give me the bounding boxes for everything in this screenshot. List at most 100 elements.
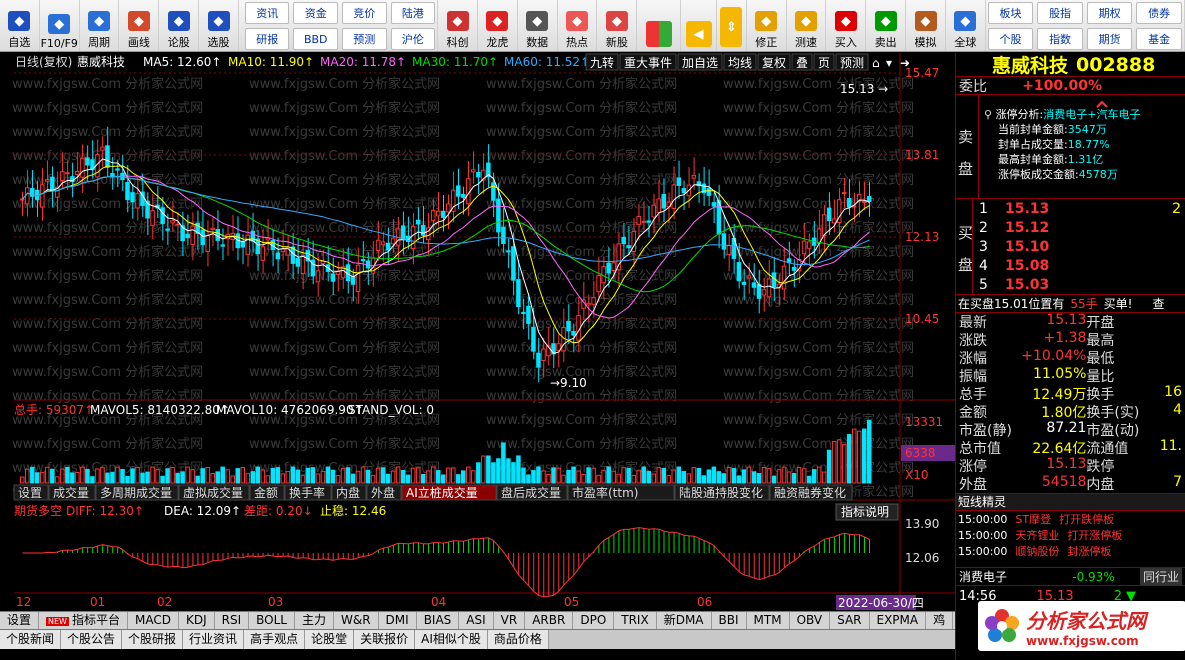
tb1-button-3[interactable]: ◆ 画线 <box>119 0 160 51</box>
quick-grid-1-item-7[interactable]: 沪伦 <box>390 28 436 50</box>
tb1-button-1[interactable]: ◆ F10/F9 <box>40 0 80 51</box>
quick-grid-2-item-3[interactable]: 债券 <box>1136 2 1182 24</box>
sector-row[interactable]: 消费电子 -0.93% 同行业 <box>956 567 1185 585</box>
same-industry-button[interactable]: 同行业 <box>1139 568 1182 585</box>
short-term-elf-header[interactable]: 短线精灵 <box>956 493 1185 511</box>
event-row-0[interactable]: 15:00:00 ST摩登 打开跌停板 <box>956 511 1185 527</box>
indicator-tab-8[interactable]: DMI <box>379 612 417 629</box>
indicator-tab-0[interactable]: 设置 <box>0 612 40 629</box>
indicator-tab-14[interactable]: TRIX <box>614 612 657 629</box>
toolbar-label: 周期 <box>88 36 111 49</box>
tb1-button-2[interactable]: ◆ 周期 <box>80 0 120 51</box>
back-button[interactable]: ◀ <box>681 0 717 51</box>
quick-grid-2-item-2[interactable]: 期权 <box>1086 2 1133 24</box>
indicator-tab-20[interactable]: EXPMA <box>870 612 927 629</box>
volume-bar <box>561 474 566 484</box>
quick-grid-1-item-5[interactable]: BBD <box>293 28 339 50</box>
indicator-tab-10[interactable]: ASI <box>459 612 494 629</box>
info-tab-1[interactable]: 个股公告 <box>61 630 123 649</box>
tb3-button-1[interactable]: ◆ 测速 <box>787 0 827 51</box>
volume-bar <box>481 455 486 484</box>
event-row-2[interactable]: 15:00:00 顺钠股份 封涨停板 <box>956 543 1185 559</box>
tb2-button-4[interactable]: ◆ 新股 <box>597 0 638 51</box>
tb3-button-4[interactable]: ◆ 模拟 <box>906 0 946 51</box>
tb2-button-0[interactable]: ◆ 科创 <box>438 0 478 51</box>
quick-grid-2-item-5[interactable]: 指数 <box>1037 28 1083 50</box>
watermark-text: www.fxjgsw.Com 分析家公式网 <box>723 196 914 212</box>
indicator-tab-2[interactable]: MACD <box>128 612 179 629</box>
quick-grid-1-item-1[interactable]: 资金 <box>293 2 339 24</box>
quick-grid-1-item-6[interactable]: 预测 <box>342 28 387 50</box>
info-tab-2[interactable]: 个股研报 <box>122 630 184 649</box>
tb1-button-5[interactable]: ◆ 选股 <box>199 0 239 51</box>
info-tab-0[interactable]: 个股新闻 <box>0 630 62 649</box>
info-tab-8[interactable]: 商品价格 <box>487 630 549 649</box>
quick-grid-2-item-1[interactable]: 股指 <box>1037 2 1083 24</box>
indicator-tab-13[interactable]: DPO <box>573 612 615 629</box>
kline-chart-area[interactable]: www.fxjgsw.Com 分析家公式网 www.fxjgsw.Com 分析家公… <box>0 53 955 629</box>
indicator-tab-4[interactable]: RSI <box>215 612 250 629</box>
volume-bar <box>711 466 717 484</box>
volume-bar <box>190 469 195 484</box>
indicator-tab-7[interactable]: W&R <box>334 612 379 629</box>
indicator-tab-11[interactable]: VR <box>494 612 526 629</box>
chart-button-label: 重大事件 <box>624 56 672 70</box>
tb3-button-5[interactable]: ◆ 全球 <box>946 0 986 51</box>
volume-bar <box>105 472 110 484</box>
menu-arrow-icon[interactable]: ▾ <box>886 56 892 70</box>
expand-arrow-icon[interactable]: ➜ <box>900 56 910 70</box>
volume-bar <box>836 439 842 484</box>
candle-body <box>736 262 742 282</box>
volume-bar <box>100 466 105 484</box>
indicator-tab-6[interactable]: 主力 <box>295 612 334 629</box>
tb2-button-2[interactable]: ◆ 数据 <box>518 0 558 51</box>
weibi-label: 委比 <box>959 78 987 95</box>
chart-canvas[interactable]: www.fxjgsw.Com 分析家公式网 www.fxjgsw.Com 分析家公… <box>0 53 955 611</box>
info-tab-4[interactable]: 高手观点 <box>244 630 306 649</box>
quick-grid-1-item-4[interactable]: 研报 <box>244 28 290 50</box>
indicator-tab-1[interactable]: NEW 指标平台 <box>39 612 128 629</box>
tb1-button-4[interactable]: ◆ 论股 <box>159 0 200 51</box>
info-tab-3[interactable]: 行业资讯 <box>183 630 245 649</box>
tb2-button-1[interactable]: ◆ 龙虎 <box>478 0 518 51</box>
info-tab-6[interactable]: 关联报价 <box>354 630 416 649</box>
indicator-tab-15[interactable]: 新DMA <box>657 612 712 629</box>
watermark-text: www.fxjgsw.Com 分析家公式网 <box>12 100 203 116</box>
indicator-tab-19[interactable]: SAR <box>830 612 870 629</box>
volume-bar <box>841 443 847 484</box>
indicator-tab-5[interactable]: BOLL <box>249 612 295 629</box>
bid-row-2: 2 15.12 <box>979 219 1050 236</box>
info-tab-7[interactable]: AI相似个股 <box>415 630 488 649</box>
tb3-button-0[interactable]: ◆ 修正 <box>747 0 787 51</box>
quick-grid-2-item-7[interactable]: 基金 <box>1136 28 1182 50</box>
indicator-tab-12[interactable]: ARBR <box>525 612 574 629</box>
tb2-button-3[interactable]: ◆ 热点 <box>558 0 598 51</box>
volume-bar <box>40 472 45 484</box>
watermark-text: www.fxjgsw.Com 分析家公式网 <box>723 124 914 140</box>
indicator-tab-17[interactable]: MTM <box>747 612 790 629</box>
tb3-button-2[interactable]: ◆ 买入 <box>826 0 867 51</box>
volume-bar <box>471 470 476 484</box>
palette-button[interactable] <box>637 0 682 51</box>
tb3-button-3[interactable]: ◆ 卖出 <box>866 0 907 51</box>
candle-body <box>435 210 441 217</box>
indicator-tab-18[interactable]: OBV <box>790 612 831 629</box>
lock-icon[interactable]: ⌂ <box>872 56 880 70</box>
tb1-button-0[interactable]: ◆ 自选 <box>0 0 40 51</box>
info-tab-5[interactable]: 论股堂 <box>305 630 355 649</box>
indicator-tab-9[interactable]: BIAS <box>417 612 460 629</box>
indicator-tab-21[interactable]: 鸡 <box>926 612 954 629</box>
quick-grid-2-item-4[interactable]: 个股 <box>987 28 1034 50</box>
collapse-up-icon[interactable] <box>1096 97 1108 108</box>
quick-grid-1-item-3[interactable]: 陆港 <box>390 2 436 24</box>
quick-grid-1-item-2[interactable]: 竞价 <box>342 2 387 24</box>
indicator-tab-16[interactable]: BBI <box>712 612 747 629</box>
indicator-tab-3[interactable]: KDJ <box>179 612 215 629</box>
quick-grid-2-item-6[interactable]: 期货 <box>1086 28 1133 50</box>
quick-grid-2-item-0[interactable]: 板块 <box>987 2 1034 24</box>
candle-body <box>861 200 867 203</box>
quick-grid-1-item-0[interactable]: 资讯 <box>244 2 290 24</box>
toolbar-label: 论股 <box>167 36 190 49</box>
event-row-1[interactable]: 15:00:00 天齐锂业 打开涨停板 <box>956 527 1185 543</box>
updown-button[interactable]: ⇕ <box>717 0 747 51</box>
